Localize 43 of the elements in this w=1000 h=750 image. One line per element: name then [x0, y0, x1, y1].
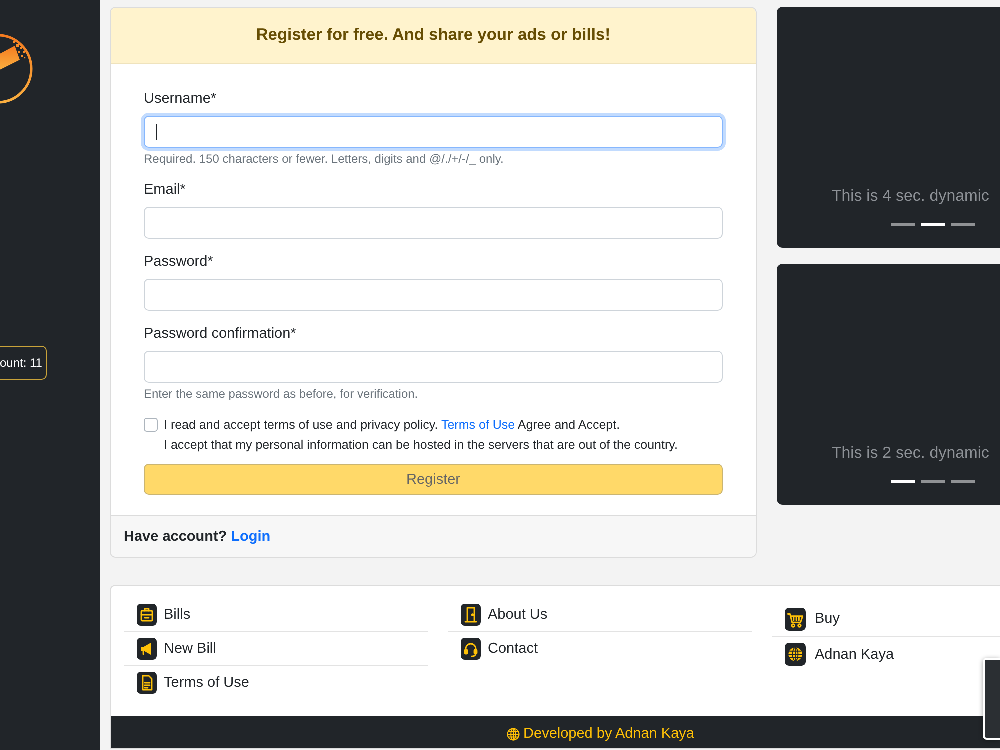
checkbox[interactable] — [144, 418, 158, 432]
login-link[interactable]: Login — [231, 528, 271, 544]
carousel-caption: This is 4 sec. dynamic — [831, 187, 990, 207]
footer-link[interactable]: Contact — [461, 638, 538, 660]
input-field[interactable] — [144, 116, 723, 148]
input-field[interactable] — [144, 351, 723, 383]
logo-icon — [0, 33, 34, 105]
count-badge: ount: 11 — [0, 346, 48, 380]
terms-link[interactable]: Terms of Use — [441, 418, 516, 432]
field-label: Password* — [144, 253, 214, 272]
credit-text: Developed by Adnan Kaya — [524, 726, 694, 742]
consent-text: I read and accept terms of use and privacy policy. Terms of Use Agree and Accept. — [164, 417, 622, 434]
input-field[interactable] — [144, 279, 723, 311]
slide-indicator[interactable] — [891, 480, 915, 483]
globe-icon — [785, 643, 806, 666]
slide-indicator[interactable] — [921, 223, 945, 226]
footer-link[interactable]: Terms of Use — [137, 672, 250, 694]
slide-indicator[interactable] — [921, 480, 945, 483]
footer-link[interactable]: Buy — [785, 608, 840, 630]
form-title: Register for free. And share your ads or bills! — [256, 26, 611, 45]
footer-link[interactable]: Bills — [137, 604, 191, 626]
footer-link[interactable]: Adnan Kaya — [785, 643, 894, 666]
globe-icon — [506, 728, 520, 740]
footer-link[interactable]: About Us — [461, 604, 548, 626]
cart-icon — [785, 608, 806, 630]
slide-indicator[interactable] — [951, 223, 975, 226]
footer-link[interactable]: New Bill — [137, 638, 216, 660]
megaphone-icon — [137, 638, 157, 660]
field-label: Password confirmation* — [144, 325, 298, 344]
help-text: Enter the same password as before, for verification. — [144, 386, 420, 402]
input-field[interactable] — [144, 207, 723, 239]
slide-indicator[interactable] — [891, 223, 915, 226]
document-icon — [137, 672, 157, 694]
consent-note: I accept that my personal information can be hosted in the servers that are out of the country. — [164, 437, 678, 454]
headset-icon — [461, 638, 481, 660]
slide-indicator[interactable] — [951, 480, 975, 483]
help-text: Required. 150 characters or fewer. Letters, digits and @/./+/-/_ only. — [144, 151, 505, 167]
door-icon — [461, 604, 481, 626]
field-label: Username* — [144, 90, 218, 109]
login-prompt: Have account? Login — [124, 528, 271, 544]
briefcase-icon — [137, 604, 157, 626]
carousel-caption: This is 2 sec. dynamic — [831, 444, 990, 464]
field-label: Email* — [144, 181, 187, 200]
